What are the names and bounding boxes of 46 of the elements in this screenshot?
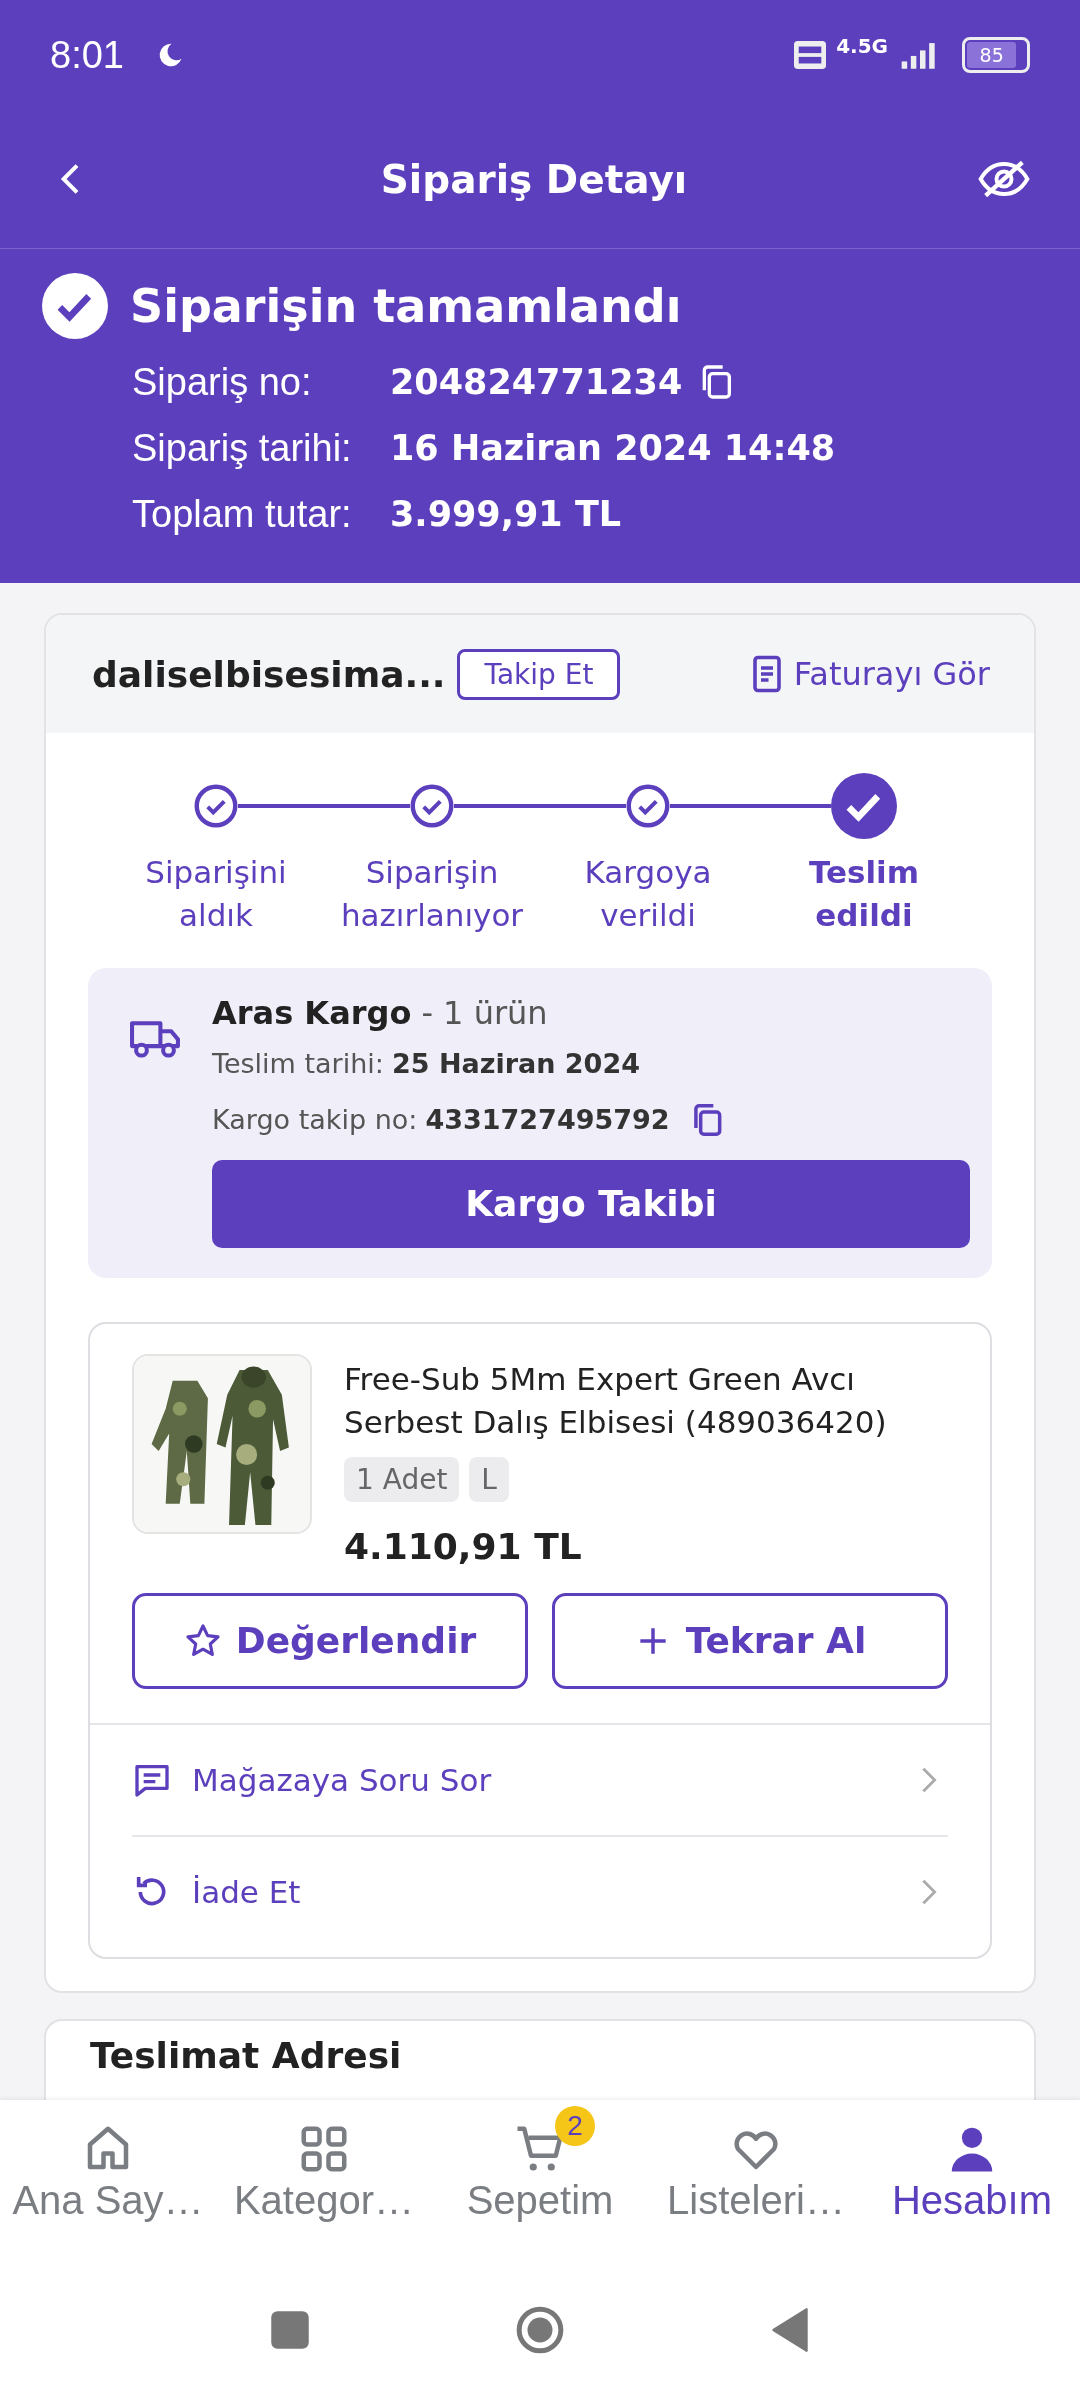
nav-item[interactable]: Hesabım bbox=[864, 2100, 1080, 2260]
product-title[interactable]: Free-Sub 5Mm Expert Green Avcı Serbest Dalış Elbisesi (489036420) bbox=[344, 1357, 948, 1445]
tracking-number: 4331727495792 bbox=[425, 1104, 670, 1136]
eye-off-icon[interactable] bbox=[976, 159, 1032, 199]
status-time: 8:01 bbox=[50, 33, 124, 77]
follow-button[interactable]: Takip Et bbox=[457, 648, 621, 700]
chevron-icon bbox=[920, 1877, 938, 1906]
step-label: Teslim edildi bbox=[807, 853, 921, 936]
buy-again-button[interactable]: Tekrar Al bbox=[552, 1592, 948, 1689]
document-icon bbox=[751, 654, 782, 694]
rate-button[interactable]: Değerlendir bbox=[132, 1592, 528, 1689]
store-name[interactable]: daliselbisesima... bbox=[92, 653, 446, 695]
chevron-icon bbox=[920, 1765, 938, 1794]
tracking-label: Kargo takip no: bbox=[212, 1104, 418, 1136]
product-tag: L bbox=[469, 1456, 509, 1502]
step-label: Siparişini aldık bbox=[144, 853, 288, 936]
item-count: - 1 ürün bbox=[421, 993, 548, 1032]
field-value: 3.999,91 TL bbox=[390, 494, 622, 534]
cart-count-badge: 2 bbox=[555, 2106, 595, 2146]
nav-item[interactable]: 2 Sepetim bbox=[432, 2100, 648, 2260]
check-icon bbox=[42, 273, 108, 339]
product-tag: 1 Adet bbox=[344, 1456, 460, 1502]
field-label: Sipariş tarihi: bbox=[132, 426, 353, 470]
field-label: Sipariş no: bbox=[132, 360, 313, 404]
carrier-name: Aras Kargo bbox=[212, 993, 412, 1032]
field-value: 204824771234 bbox=[390, 362, 683, 402]
section-title: Teslimat Adresi bbox=[90, 2034, 402, 2076]
home-button-icon[interactable] bbox=[515, 2305, 565, 2355]
nav-item[interactable]: Listeleri… bbox=[648, 2100, 864, 2260]
field-value: 16 Haziran 2024 14:48 bbox=[390, 428, 836, 468]
nav-item[interactable]: Kategor… bbox=[216, 2100, 432, 2260]
field-label: Toplam tutar: bbox=[132, 492, 353, 536]
product-price: 4.110,91 TL bbox=[344, 1525, 583, 1567]
battery-icon: 85 bbox=[962, 37, 1030, 73]
nav-item[interactable]: Ana Say… bbox=[0, 2100, 216, 2260]
action-link[interactable]: İade Et bbox=[132, 1836, 948, 1947]
delivery-date: 25 Haziran 2024 bbox=[391, 1048, 640, 1080]
network-label: 4.5G bbox=[836, 34, 888, 58]
track-shipment-button[interactable]: Kargo Takibi bbox=[212, 1159, 970, 1248]
action-link[interactable]: Mağazaya Soru Sor bbox=[132, 1724, 948, 1837]
order-status: Siparişin tamamlandı bbox=[130, 279, 682, 333]
step-label: Kargoya verildi bbox=[583, 853, 713, 936]
step-label: Siparişin hazırlanıyor bbox=[339, 853, 525, 936]
page-title: Sipariş Detayı bbox=[379, 156, 689, 202]
invoice-link[interactable]: Faturayı Gör bbox=[793, 655, 990, 693]
date-label: Teslim tarihi: bbox=[212, 1048, 384, 1080]
